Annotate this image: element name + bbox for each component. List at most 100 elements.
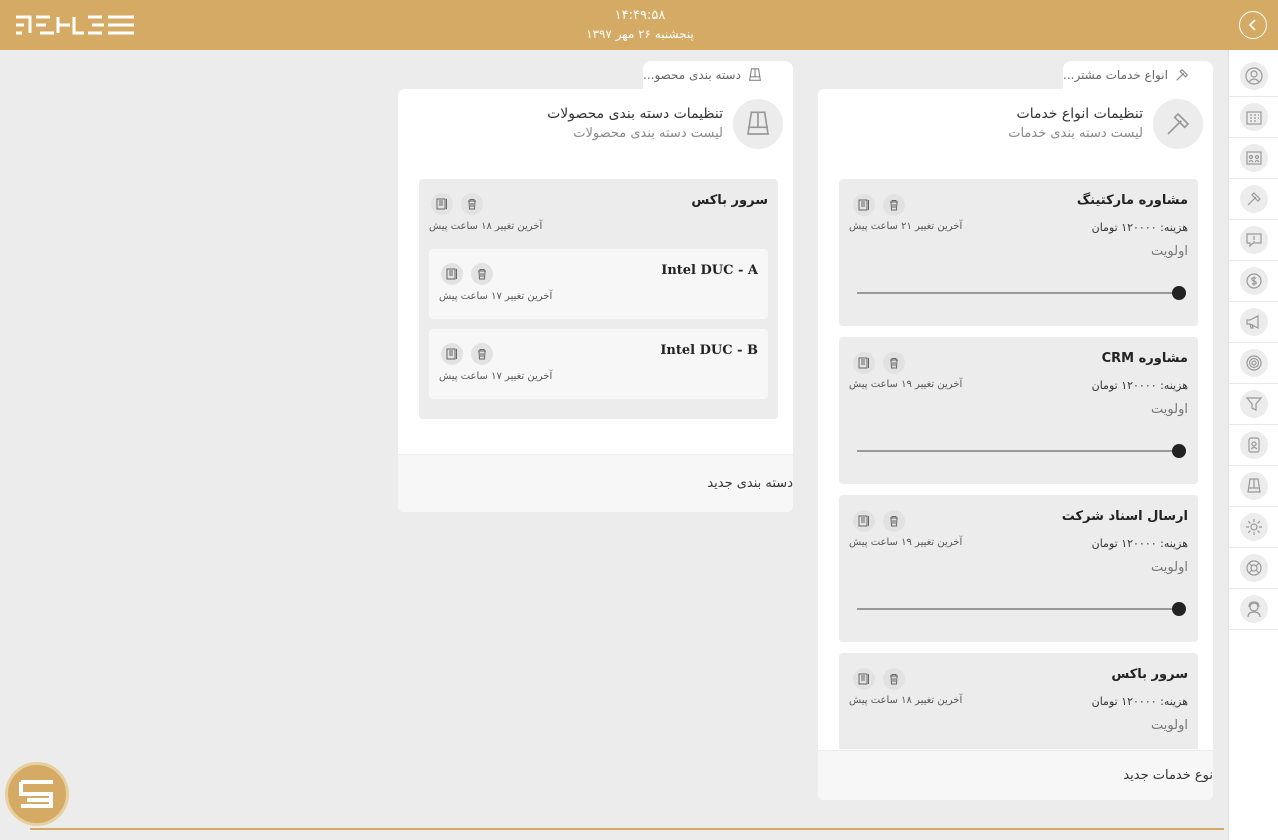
priority-slider[interactable]: [857, 286, 1186, 300]
delete-button[interactable]: [471, 343, 493, 365]
edit-document-icon: [858, 515, 869, 527]
service-title: مشاوره مارکتینگ: [1076, 193, 1188, 208]
sidebar-item-companies[interactable]: [1229, 97, 1278, 138]
panel-title: تنظیمات انواع خدمات: [1016, 106, 1143, 122]
category-card[interactable]: سرور باکس آخرین تغییر ۱۸ ساعت پیش Intel …: [419, 179, 778, 419]
product-item[interactable]: Intel DUC - A آخرین تغییر ۱۷ ساعت پیش: [429, 249, 768, 319]
sidebar-item-filters[interactable]: [1229, 384, 1278, 425]
users-icon: [1245, 67, 1263, 85]
clock-date: پنجشنبه ۲۶ مهر ۱۳۹۷: [586, 27, 694, 41]
edit-document-icon: [446, 268, 457, 280]
brand-mark-icon: [19, 780, 53, 808]
sidebar-item-contacts[interactable]: [1229, 425, 1278, 466]
delete-button[interactable]: [461, 193, 483, 215]
products-panel: تنظیمات دسته بندی محصولات لیست دسته بندی…: [398, 89, 793, 512]
edit-button[interactable]: [853, 668, 875, 690]
sidebar-item-support[interactable]: [1229, 548, 1278, 589]
service-title: ارسال اسناد شرکت: [1061, 509, 1188, 524]
edit-button[interactable]: [853, 352, 875, 374]
hammer-icon: [1247, 192, 1261, 206]
service-title: مشاوره CRM: [1101, 351, 1188, 366]
trash-icon: [890, 516, 898, 527]
tab-label: دسته بندی محصو...: [643, 68, 741, 82]
brand-menu-button[interactable]: [5, 762, 69, 826]
sidebar-item-settings[interactable]: [1229, 507, 1278, 548]
last-modified: آخرین تغییر ۱۷ ساعت پیش: [439, 291, 553, 302]
sidebar-item-messages[interactable]: [1229, 220, 1278, 261]
sidebar-item-users[interactable]: [1229, 56, 1278, 97]
delete-button[interactable]: [883, 510, 905, 532]
slider-knob[interactable]: [1172, 286, 1186, 300]
edit-document-icon: [446, 348, 457, 360]
service-card[interactable]: سرور باکس هزینه: ۱۲۰۰۰۰ تومان آخرین تغیی…: [839, 653, 1198, 749]
building-icon: [1246, 111, 1262, 125]
sidebar-item-products[interactable]: [1229, 466, 1278, 507]
priority-label: اولویت: [1151, 718, 1188, 733]
sidebar-item-campaigns[interactable]: [1229, 302, 1278, 343]
sidebar-item-teams[interactable]: [1229, 138, 1278, 179]
sidebar-item-finance[interactable]: [1229, 261, 1278, 302]
service-card[interactable]: مشاوره CRM هزینه: ۱۲۰۰۰۰ تومان آخرین تغی…: [839, 337, 1198, 484]
service-card[interactable]: مشاوره مارکتینگ هزینه: ۱۲۰۰۰۰ تومان آخری…: [839, 179, 1198, 326]
slider-knob[interactable]: [1172, 602, 1186, 616]
edit-button[interactable]: [853, 194, 875, 216]
support-agent-icon: [1247, 601, 1261, 618]
last-modified: آخرین تغییر ۱۷ ساعت پیش: [439, 371, 553, 382]
edit-button[interactable]: [853, 510, 875, 532]
edit-document-icon: [858, 357, 869, 369]
new-service-type-button[interactable]: نوع خدمات جدید: [818, 750, 1213, 800]
service-card[interactable]: ارسال اسناد شرکت هزینه: ۱۲۰۰۰۰ تومان آخر…: [839, 495, 1198, 642]
sidebar-item-targets[interactable]: [1229, 343, 1278, 384]
last-modified: آخرین تغییر ۲۱ ساعت پیش: [849, 221, 963, 232]
bottom-accent-line: [30, 828, 1224, 830]
tab-product-categories[interactable]: دسته بندی محصو...: [643, 61, 793, 89]
sidebar-item-services[interactable]: [1229, 179, 1278, 220]
brand-logo: [16, 15, 134, 35]
priority-label: اولویت: [1151, 560, 1188, 575]
service-cost: هزینه: ۱۲۰۰۰۰ تومان: [1091, 379, 1188, 392]
edit-button[interactable]: [441, 263, 463, 285]
trash-icon: [890, 358, 898, 369]
slider-knob[interactable]: [1172, 444, 1186, 458]
tab-customer-services[interactable]: انواع خدمات مشتر...: [1063, 61, 1213, 89]
trash-icon: [478, 269, 486, 280]
services-panel-header: تنظیمات انواع خدمات لیست دسته بندی خدمات: [1008, 99, 1203, 149]
service-cost: هزینه: ۱۲۰۰۰۰ تومان: [1091, 537, 1188, 550]
delete-button[interactable]: [883, 668, 905, 690]
service-cost: هزینه: ۱۲۰۰۰۰ تومان: [1091, 221, 1188, 234]
trash-icon: [468, 199, 476, 210]
delete-button[interactable]: [883, 352, 905, 374]
back-button[interactable]: [1239, 11, 1267, 39]
team-board-icon: [1246, 151, 1262, 165]
edit-document-icon: [436, 198, 447, 210]
top-bar: ۱۴:۴۹:۵۸ پنجشنبه ۲۶ مهر ۱۳۹۷: [0, 0, 1278, 50]
trash-icon: [890, 674, 898, 685]
product-item[interactable]: Intel DUC - B آخرین تغییر ۱۷ ساعت پیش: [429, 329, 768, 399]
target-icon: [1246, 355, 1262, 371]
sidebar: [1228, 50, 1278, 840]
category-title: سرور باکس: [691, 193, 768, 208]
trash-icon: [478, 349, 486, 360]
last-modified: آخرین تغییر ۱۹ ساعت پیش: [849, 379, 963, 390]
panel-icon: [1153, 99, 1203, 149]
hammer-icon: [1176, 68, 1189, 81]
last-modified: آخرین تغییر ۱۹ ساعت پیش: [849, 537, 963, 548]
sidebar-item-agents[interactable]: [1229, 589, 1278, 630]
product-box-icon: [1247, 478, 1261, 493]
priority-label: اولویت: [1151, 402, 1188, 417]
new-category-button[interactable]: دسته بندی جدید: [398, 454, 793, 512]
edit-document-icon: [858, 199, 869, 211]
products-panel-header: تنظیمات دسته بندی محصولات لیست دسته بندی…: [547, 99, 783, 149]
clock: ۱۴:۴۹:۵۸ پنجشنبه ۲۶ مهر ۱۳۹۷: [540, 7, 740, 43]
last-modified: آخرین تغییر ۱۸ ساعت پیش: [849, 695, 963, 706]
last-modified: آخرین تغییر ۱۸ ساعت پیش: [429, 221, 543, 232]
hammer-icon: [1167, 112, 1190, 135]
edit-button[interactable]: [441, 343, 463, 365]
priority-slider[interactable]: [857, 444, 1186, 458]
priority-slider[interactable]: [857, 602, 1186, 616]
delete-button[interactable]: [471, 263, 493, 285]
dollar-coin-icon: [1246, 273, 1262, 289]
delete-button[interactable]: [883, 194, 905, 216]
edit-button[interactable]: [431, 193, 453, 215]
tab-label: انواع خدمات مشتر...: [1063, 68, 1168, 82]
